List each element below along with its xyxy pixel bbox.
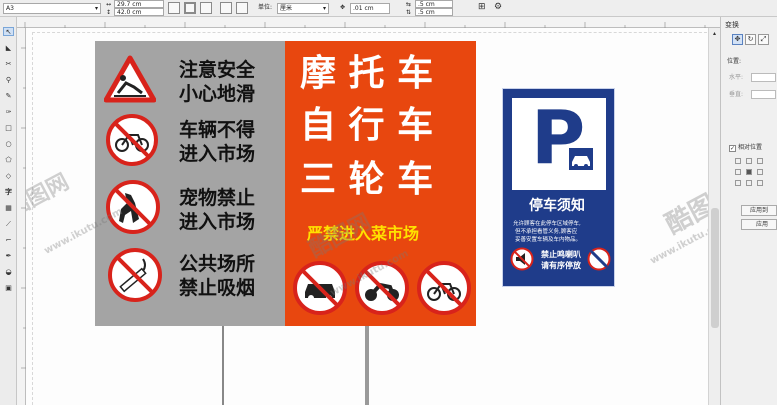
parking-notice-1: 允许顾客在此停车区域停车,	[513, 221, 581, 227]
sign-row-4-line-2: 禁止吸烟	[179, 277, 256, 299]
horizontal-ruler[interactable]	[17, 17, 720, 28]
sign-row-4-line-1: 公共场所	[179, 253, 256, 275]
parking-bottom-2: 请有序停放	[541, 261, 581, 270]
smart-fill-icon[interactable]: ✑	[3, 108, 14, 117]
height-field-icon: ↕	[106, 9, 112, 16]
vehicle-line-1: 摩 托 车	[300, 53, 434, 94]
page-width-field[interactable]: 29.7 cm	[114, 0, 164, 8]
apply-button[interactable]: 应用	[741, 219, 777, 230]
basic-shapes-icon[interactable]: ◇	[3, 172, 14, 181]
nudge-icon: ✥	[340, 4, 346, 11]
sign-row-3-line-2: 进入市场	[179, 211, 256, 233]
ruler-ticks	[24, 22, 706, 28]
chevron-down-icon: ▾	[322, 5, 326, 12]
freehand-tool-icon[interactable]: ✎	[3, 92, 14, 101]
units-select[interactable]: 厘米 ▾	[277, 3, 329, 14]
no-bicycle-icon-2	[417, 261, 471, 315]
market-sign[interactable]: 注意安全 小心地滑 车辆不得 进入市场 宠物禁止 进入市场 公共场所 禁止吸烟	[95, 41, 476, 326]
vehicle-line-3: 三 轮 车	[300, 159, 434, 200]
parking-bottom-1: 禁止鸣喇叭	[541, 250, 581, 259]
table-tool-icon[interactable]: ▦	[3, 204, 14, 213]
sign-row-1-line-2: 小心地滑	[179, 83, 256, 105]
all-pages-button[interactable]	[168, 2, 180, 14]
interactive-fill-icon[interactable]: ◒	[3, 268, 14, 277]
portrait-button[interactable]	[184, 2, 196, 14]
no-bicycle-icon	[106, 114, 158, 166]
duplicate-y-field[interactable]: .5 cm	[415, 8, 453, 16]
vertical-ruler[interactable]	[17, 28, 26, 405]
position-tab-icon[interactable]: ✥	[732, 34, 743, 45]
ellipse-tool-icon[interactable]: ○	[3, 140, 14, 149]
scroll-thumb[interactable]	[711, 208, 719, 328]
page-size-value: A3	[6, 5, 14, 12]
dimension-tool-icon[interactable]: ⟋	[3, 220, 14, 229]
page-layout-button[interactable]	[220, 2, 232, 14]
no-pets-icon	[106, 180, 160, 234]
units-label: 单位:	[258, 4, 273, 11]
parking-title: 停车须知	[529, 198, 585, 214]
sign-row-3-line-1: 宠物禁止	[179, 187, 256, 209]
vertical-scrollbar[interactable]: ▴	[708, 28, 720, 405]
current-page-button[interactable]	[236, 2, 248, 14]
car-icon	[569, 148, 593, 170]
parking-notice-3: 妥善安置车辆及车内物品。	[515, 237, 582, 243]
horizontal-input[interactable]	[751, 73, 776, 82]
horizontal-label: 水平:	[729, 74, 744, 81]
page-height-field[interactable]: 42.0 cm	[114, 8, 164, 16]
position-label: 位置:	[727, 58, 742, 65]
property-bar: A3 ▾ ↔ 29.7 cm ↕ 42.0 cm 单位: 厘米 ▾ ✥ .01 cm…	[0, 0, 777, 17]
rectangle-tool-icon[interactable]: □	[3, 124, 14, 133]
transform-docker: 变换 ✥ ↻ ⤢ 位置: 水平: 垂直: ✓ 相对位置 应用到 应用	[720, 17, 777, 405]
shape-tool-icon[interactable]: ◣	[3, 44, 14, 53]
page-size-select[interactable]: A3 ▾	[3, 3, 101, 14]
apply-to-duplicate-button[interactable]: 应用到	[741, 205, 777, 216]
no-smoking-icon	[108, 248, 162, 302]
sign-row-1-line-1: 注意安全	[179, 59, 256, 81]
anchor-grid[interactable]	[735, 158, 765, 188]
ruler-ticks	[21, 47, 26, 369]
parking-notice-2: 但不承担看管义务,顾客应	[515, 229, 578, 235]
vertical-label: 垂直:	[729, 91, 744, 98]
chevron-down-icon: ▾	[94, 5, 98, 12]
vertical-input[interactable]	[751, 90, 776, 99]
sign-row-2-line-2: 进入市场	[179, 143, 256, 165]
dup-y-icon: ⇅	[406, 9, 412, 16]
relative-checkbox[interactable]: ✓	[729, 145, 736, 152]
polygon-tool-icon[interactable]: ⬠	[3, 156, 14, 165]
connector-tool-icon[interactable]: ⌐	[3, 236, 14, 245]
grid-snap-icon[interactable]: ⊞	[478, 2, 490, 14]
text-tool-icon[interactable]: 字	[3, 188, 14, 197]
zoom-tool-icon[interactable]: ⚲	[3, 76, 14, 85]
sign-row-2-line-1: 车辆不得	[179, 119, 256, 141]
nudge-field[interactable]: .01 cm	[350, 3, 390, 14]
drawing-canvas[interactable]: 注意安全 小心地滑 车辆不得 进入市场 宠物禁止 进入市场 公共场所 禁止吸烟	[26, 28, 720, 405]
vehicle-line-2: 自 行 车	[300, 105, 434, 146]
sign-post-right	[365, 326, 369, 405]
duplicate-x-field[interactable]: .5 cm	[415, 0, 453, 8]
options-icon[interactable]: ⚙	[494, 2, 506, 14]
outline-tool-icon[interactable]: ▣	[3, 284, 14, 293]
sign-post-left	[222, 326, 224, 405]
rotate-tab-icon[interactable]: ↻	[745, 34, 756, 45]
crop-tool-icon[interactable]: ✂	[3, 60, 14, 69]
no-parking-icon	[587, 247, 611, 271]
scroll-up-icon[interactable]: ▴	[710, 30, 719, 37]
docker-title: 变换	[725, 21, 739, 29]
parking-sign[interactable]: P 停车须知 允许顾客在此停车区域停车, 但不承担看管义务,顾客应 妥善安置车辆…	[502, 88, 615, 287]
units-value: 厘米	[280, 5, 293, 12]
slippery-warning-icon	[104, 55, 156, 103]
no-horn-icon	[510, 247, 534, 271]
landscape-button[interactable]	[200, 2, 212, 14]
toolbox: ↖ ◣ ✂ ⚲ ✎ ✑ □ ○ ⬠ ◇ 字 ▦ ⟋ ⌐ ✒ ◒ ▣	[0, 17, 17, 405]
relative-position-label: 相对位置	[738, 144, 763, 151]
pick-tool-icon[interactable]: ↖	[3, 27, 14, 36]
eyedropper-tool-icon[interactable]: ✒	[3, 252, 14, 261]
scale-tab-icon[interactable]: ⤢	[758, 34, 769, 45]
